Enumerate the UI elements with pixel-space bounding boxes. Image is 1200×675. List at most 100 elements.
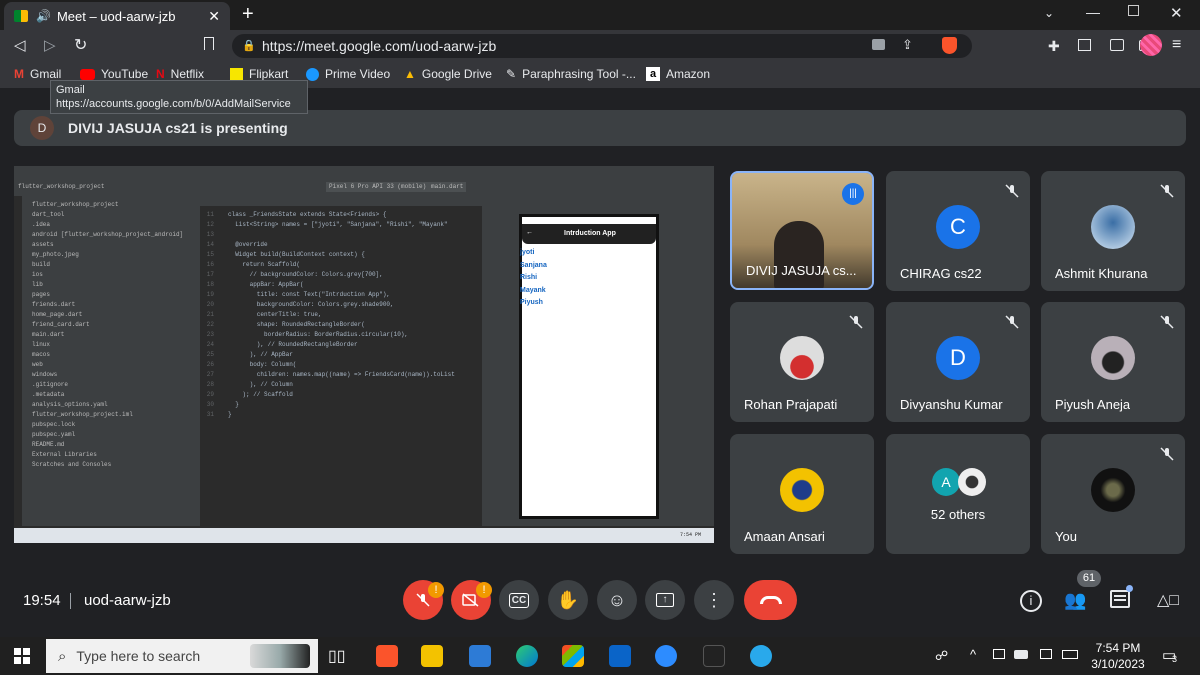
present-button[interactable]: ↑ xyxy=(645,580,685,620)
bookmark-google-drive[interactable]: ▲ Google Drive xyxy=(404,67,492,81)
raise-hand-button[interactable]: ✋ xyxy=(548,580,588,620)
participant-name: Ashmit Khurana xyxy=(1055,266,1148,281)
store-app-icon[interactable] xyxy=(562,645,584,667)
activities-button[interactable]: △□ xyxy=(1157,590,1179,610)
shared-clock: 7:54 PM xyxy=(680,532,702,538)
keyboard-tray-icon[interactable] xyxy=(1062,650,1078,659)
people-tray-icon[interactable]: ☍ xyxy=(935,648,948,664)
participant-tile-rohan[interactable]: Rohan Prajapati xyxy=(730,302,874,422)
participant-tile-amaan[interactable]: Amaan Ansari xyxy=(730,434,874,554)
meeting-details-button[interactable]: i xyxy=(1020,590,1042,612)
pen-icon: ✎ xyxy=(506,67,517,81)
telegram-app-icon[interactable] xyxy=(750,645,772,667)
leave-call-button[interactable] xyxy=(744,580,797,620)
tree-item: flutter_workshop_project xyxy=(32,201,119,208)
profile-avatar[interactable] xyxy=(1140,34,1162,56)
show-hidden-icons[interactable]: ^ xyxy=(970,647,976,662)
chat-unread-dot xyxy=(1126,585,1133,592)
captions-button[interactable]: CC xyxy=(499,580,539,620)
gmail-icon: M xyxy=(14,67,24,81)
code-line: borderRadius: BorderRadius.circular(10), xyxy=(228,331,409,338)
chat-button[interactable] xyxy=(1110,590,1130,608)
bookmark-amazon[interactable]: a Amazon xyxy=(646,67,710,81)
close-window-icon[interactable]: ✕ xyxy=(1170,4,1183,22)
tab-close-icon[interactable]: ✕ xyxy=(208,8,220,25)
code-line: ); // Scaffold xyxy=(228,391,293,398)
participant-tile-ashmit[interactable]: Ashmit Khurana xyxy=(1041,171,1185,291)
bookmark-label: Google Drive xyxy=(421,67,492,81)
search-highlight-icon xyxy=(250,644,310,668)
bookmark-paraphrasing[interactable]: ✎ Paraphrasing Tool -... xyxy=(506,67,636,81)
bookmark-netflix[interactable]: N Netflix xyxy=(156,67,204,81)
line-number: 21 xyxy=(206,311,214,318)
forward-icon[interactable]: ▷ xyxy=(44,36,56,54)
browser-tab[interactable]: 🔊 Meet – uod-aarw-jzb ✕ xyxy=(4,2,230,30)
network-tray-icon[interactable] xyxy=(1014,650,1028,659)
maximize-icon[interactable] xyxy=(1128,5,1139,16)
sidebar-icon[interactable] xyxy=(1078,39,1091,51)
more-options-button[interactable]: ⋮ xyxy=(694,580,734,620)
bookmark-icon[interactable] xyxy=(204,37,214,50)
url-field[interactable]: 🔒 https://meet.google.com/uod-aarw-jzb ⇪ xyxy=(232,34,972,58)
brave-shield-icon[interactable] xyxy=(942,37,957,54)
chat-icon xyxy=(1114,595,1126,597)
line-number: 13 xyxy=(206,231,214,238)
bookmark-label: Amazon xyxy=(666,67,711,81)
camera-blocked-icon[interactable] xyxy=(872,39,885,50)
presenting-banner: D DIVIJ JASUJA cs21 is presenting xyxy=(14,110,1186,146)
share-icon[interactable]: ⇪ xyxy=(902,37,913,53)
url-text: https://meet.google.com/uod-aarw-jzb xyxy=(262,38,497,54)
code-line: backgroundColor: Colors.grey.shade900, xyxy=(228,301,394,308)
camera-tray-icon[interactable] xyxy=(993,649,1005,659)
start-button[interactable] xyxy=(14,648,30,664)
tree-item: External Libraries xyxy=(32,451,97,458)
minimize-icon[interactable]: — xyxy=(1086,4,1100,20)
new-tab-button[interactable]: + xyxy=(242,3,254,26)
tab-search-icon[interactable]: ⌄ xyxy=(1044,6,1054,20)
taskbar-search-field[interactable]: ⌕ Type here to search xyxy=(46,639,318,673)
zoom-app-icon[interactable] xyxy=(655,645,677,667)
extensions-icon[interactable]: ✚ xyxy=(1048,38,1060,55)
bookmark-prime-video[interactable]: Prime Video xyxy=(306,67,390,81)
mail-app-icon[interactable] xyxy=(609,645,631,667)
people-button[interactable]: 👥 xyxy=(1064,590,1086,611)
code-line: children: names.map((name) => FriendsCar… xyxy=(228,371,455,378)
task-view-icon[interactable]: ▯▯ xyxy=(328,646,346,666)
participant-tile-divyanshu[interactable]: D Divyanshu Kumar xyxy=(886,302,1030,422)
participant-name: You xyxy=(1055,529,1077,544)
participant-tile-others[interactable]: A 52 others xyxy=(886,434,1030,554)
taskbar-clock[interactable]: 7:54 PM 3/10/2023 xyxy=(1088,640,1148,672)
volume-tray-icon[interactable] xyxy=(1040,649,1052,659)
participant-tile-divij[interactable]: ||| DIVIJ JASUJA cs... xyxy=(730,171,874,290)
bookmark-label: Prime Video xyxy=(325,67,391,81)
app-title: Intrduction App xyxy=(564,230,616,237)
back-icon[interactable]: ◁ xyxy=(14,36,26,54)
reload-icon[interactable]: ↻ xyxy=(74,35,87,55)
amazon-icon: a xyxy=(646,67,660,81)
participant-tile-piyush[interactable]: Piyush Aneja xyxy=(1041,302,1185,422)
bookmark-gmail[interactable]: M Gmail xyxy=(14,67,61,81)
prime-video-icon xyxy=(306,67,319,81)
menu-icon[interactable]: ≡ xyxy=(1172,36,1181,54)
meeting-separator xyxy=(70,593,71,609)
brave-app-icon[interactable] xyxy=(376,645,398,667)
shared-taskbar xyxy=(14,528,714,543)
bookmark-youtube[interactable]: YouTube xyxy=(80,67,148,81)
reactions-button[interactable]: ☺ xyxy=(597,580,637,620)
bookmark-flipkart[interactable]: Flipkart xyxy=(230,67,288,81)
taskbar-time: 7:54 PM xyxy=(1095,641,1141,655)
stocks-app-icon[interactable] xyxy=(703,645,725,667)
line-number: 19 xyxy=(206,291,214,298)
computer-app-icon[interactable] xyxy=(469,645,491,667)
bookmark-label: Paraphrasing Tool -... xyxy=(522,67,636,81)
app-name-item: Piyush xyxy=(520,299,543,306)
participant-tile-you[interactable]: You xyxy=(1041,434,1185,554)
wallet-icon[interactable] xyxy=(1110,39,1124,51)
mic-off-icon xyxy=(1160,184,1174,198)
file-explorer-icon[interactable] xyxy=(421,645,443,667)
edge-app-icon[interactable] xyxy=(516,645,538,667)
tree-item: lib xyxy=(32,281,43,288)
participant-tile-chirag[interactable]: C CHIRAG cs22 xyxy=(886,171,1030,291)
others-avatar: A xyxy=(932,468,960,496)
code-line: title: const Text("Intrduction App"), xyxy=(228,291,391,298)
